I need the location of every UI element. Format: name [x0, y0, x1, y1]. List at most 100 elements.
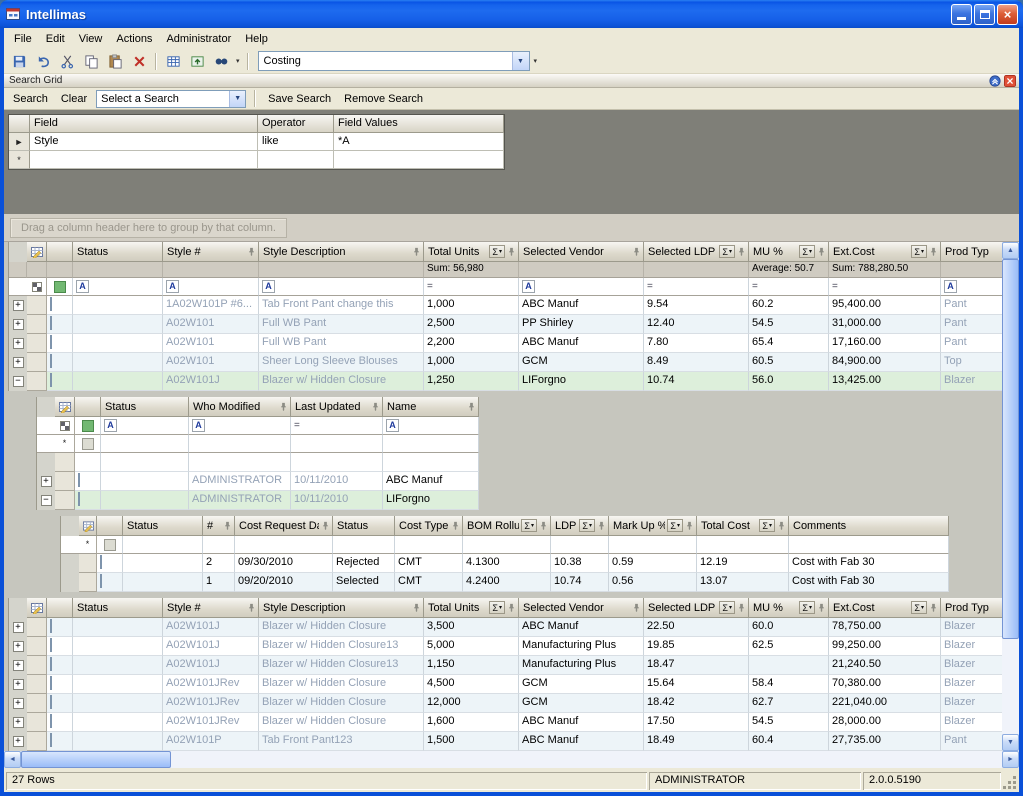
menu-item[interactable]: View [72, 30, 110, 48]
cell-total-cost[interactable]: 12.19 [697, 554, 789, 573]
cell-status[interactable] [101, 472, 189, 491]
pin-icon[interactable] [817, 247, 826, 256]
summary-sigma-button[interactable]: Σ▾ [799, 245, 815, 258]
cell-ext-cost[interactable]: 31,000.00 [829, 315, 941, 334]
cell-selected-ldp[interactable]: 22.50 [644, 618, 749, 637]
cell-prod-type[interactable]: Blazer [941, 713, 1006, 732]
cell-style-number[interactable]: A02W101JRev [163, 694, 259, 713]
vertical-scroll-track[interactable] [1002, 639, 1019, 734]
pin-icon[interactable] [929, 603, 938, 612]
cell-prod-type[interactable]: Blazer [941, 618, 1006, 637]
pin-icon[interactable] [685, 521, 694, 530]
horizontal-scroll-track[interactable] [171, 751, 1002, 768]
cell-mark-up[interactable]: 0.59 [609, 554, 697, 573]
cell-style-number[interactable]: A02W101J [163, 618, 259, 637]
search-row-selector-header[interactable] [9, 115, 30, 133]
vertical-scrollbar[interactable]: ▲ ▼ [1002, 242, 1019, 751]
summary-sigma-button[interactable]: Σ▾ [489, 245, 505, 258]
col-header-mark-up[interactable]: Mark Up %Σ▾ [609, 516, 697, 536]
cell-selected-vendor[interactable]: ABC Manuf [519, 334, 644, 353]
activity-combo[interactable]: Costing ▼ [258, 51, 530, 71]
filter-checkbox[interactable] [54, 281, 66, 293]
row-checkbox[interactable] [50, 335, 52, 349]
export-button[interactable] [186, 51, 208, 72]
cell-date[interactable]: 09/30/2010 [235, 554, 333, 573]
scroll-down-button[interactable]: ▼ [1002, 734, 1019, 751]
cell-status2[interactable] [333, 536, 395, 554]
pin-icon[interactable] [737, 603, 746, 612]
pin-icon[interactable] [467, 402, 476, 411]
cell-style-number[interactable]: A02W101JRev [163, 713, 259, 732]
row-checkbox[interactable] [50, 733, 52, 747]
cell-name[interactable]: LIForgno [383, 491, 479, 510]
cell-cost-type[interactable]: CMT [395, 573, 463, 592]
row-selector[interactable] [27, 675, 47, 694]
new-row-selector[interactable]: * [79, 536, 97, 554]
expand-row-button[interactable]: − [41, 495, 52, 506]
cell-status[interactable] [123, 573, 203, 592]
cell-style-number[interactable]: A02W101 [163, 334, 259, 353]
row-selector[interactable] [55, 453, 75, 472]
row-selector[interactable] [79, 554, 97, 573]
combo-dropdown-button[interactable]: ▼ [512, 52, 529, 70]
filter-cell-mu[interactable]: = [749, 278, 829, 296]
summary-sigma-button[interactable]: Σ▾ [759, 519, 775, 532]
cell-prod-type[interactable]: Pant [941, 732, 1006, 751]
col-header-checkbox[interactable] [75, 397, 101, 417]
row-selector[interactable] [55, 472, 75, 491]
cell-who-modified[interactable]: ADMINISTRATOR [189, 472, 291, 491]
cell-style-description[interactable]: Sheer Long Sleeve Blouses [259, 353, 424, 372]
pin-icon[interactable] [507, 247, 516, 256]
row-checkbox[interactable] [50, 619, 52, 633]
text-filter-icon[interactable]: A [262, 280, 275, 293]
equals-filter-icon[interactable]: = [427, 279, 433, 294]
select-all-header[interactable] [55, 397, 75, 417]
row-selector[interactable] [27, 372, 47, 391]
cell-status2[interactable]: Rejected [333, 554, 395, 573]
pin-icon[interactable] [247, 247, 256, 256]
row-checkbox[interactable] [50, 676, 52, 690]
cell-style-number[interactable]: A02W101 [163, 315, 259, 334]
cell-ldp[interactable] [551, 536, 609, 554]
expand-row-button[interactable]: + [41, 476, 52, 487]
find-dropdown-button[interactable]: ▾ [234, 57, 242, 65]
col-header-who-modified[interactable]: Who Modified [189, 397, 291, 417]
cell-status[interactable] [73, 296, 163, 315]
filter-cell-ldp[interactable]: = [644, 278, 749, 296]
cell-prod-type[interactable]: Blazer [941, 656, 1006, 675]
style-row[interactable]: + A02W101JRev Blazer w/ Hidden Closure 1… [9, 713, 1006, 732]
pin-icon[interactable] [632, 603, 641, 612]
cell-status[interactable] [73, 315, 163, 334]
expand-row-button[interactable]: + [13, 660, 24, 671]
active-row-selector[interactable]: ► [9, 133, 30, 151]
text-filter-icon[interactable]: A [944, 280, 957, 293]
style-row[interactable]: − A02W101J Blazer w/ Hidden Closure 1,25… [9, 372, 1006, 391]
cell-who-modified[interactable]: ADMINISTRATOR [189, 491, 291, 510]
select-all-header[interactable] [27, 598, 47, 618]
cell-ldp[interactable]: 10.38 [551, 554, 609, 573]
expand-row-button[interactable]: + [13, 622, 24, 633]
row-checkbox[interactable] [50, 297, 52, 311]
text-filter-icon[interactable]: A [166, 280, 179, 293]
col-header-status2[interactable]: Status [333, 516, 395, 536]
cell-selected-ldp[interactable]: 15.64 [644, 675, 749, 694]
new-row-selector[interactable]: * [9, 151, 30, 169]
col-header-status[interactable]: Status [73, 242, 163, 262]
equals-filter-icon[interactable]: = [752, 279, 758, 294]
row-selector[interactable] [27, 637, 47, 656]
col-header-checkbox[interactable] [47, 242, 73, 262]
cell-selected-vendor[interactable]: ABC Manuf [519, 713, 644, 732]
pin-icon[interactable] [929, 247, 938, 256]
scroll-left-button[interactable]: ◄ [4, 751, 21, 768]
cell-style-number[interactable]: 1A02W101P #6... [163, 296, 259, 315]
cell-ext-cost[interactable]: 78,750.00 [829, 618, 941, 637]
menu-item[interactable]: Actions [109, 30, 159, 48]
cost-request-row[interactable]: 2 09/30/2010 Rejected CMT 4.1300 10.38 0… [61, 554, 948, 573]
cell-operator[interactable]: like [258, 133, 334, 151]
filter-cell-ext[interactable]: = [829, 278, 941, 296]
style-row[interactable]: + A02W101J Blazer w/ Hidden Closure 3,50… [9, 618, 1006, 637]
cell-who-modified[interactable] [189, 435, 291, 453]
col-header-mu-pct[interactable]: MU %Σ▾ [749, 242, 829, 262]
cell-status2[interactable]: Selected [333, 573, 395, 592]
cell-status[interactable] [73, 372, 163, 391]
